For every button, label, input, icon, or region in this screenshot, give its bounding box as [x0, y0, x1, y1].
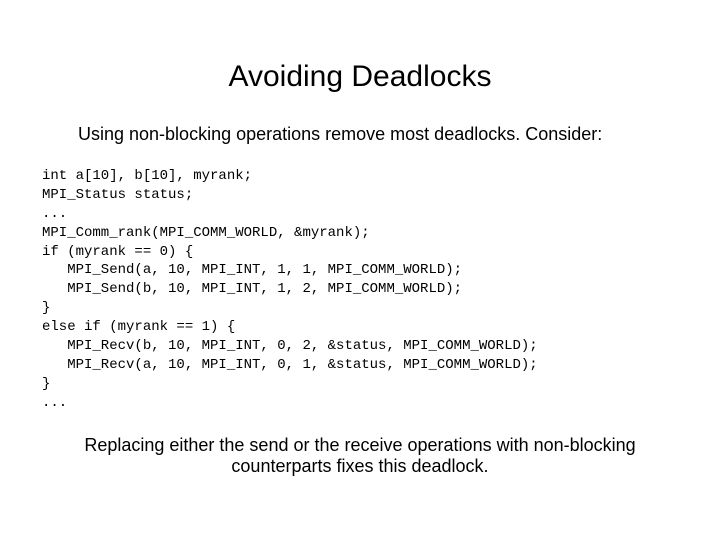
slide: Avoiding Deadlocks Using non-blocking op…	[0, 0, 720, 540]
outro-text: Replacing either the send or the receive…	[70, 435, 650, 477]
code-block: int a[10], b[10], myrank; MPI_Status sta…	[42, 167, 680, 413]
intro-text: Using non-blocking operations remove mos…	[78, 124, 680, 145]
slide-title: Avoiding Deadlocks	[40, 60, 680, 94]
